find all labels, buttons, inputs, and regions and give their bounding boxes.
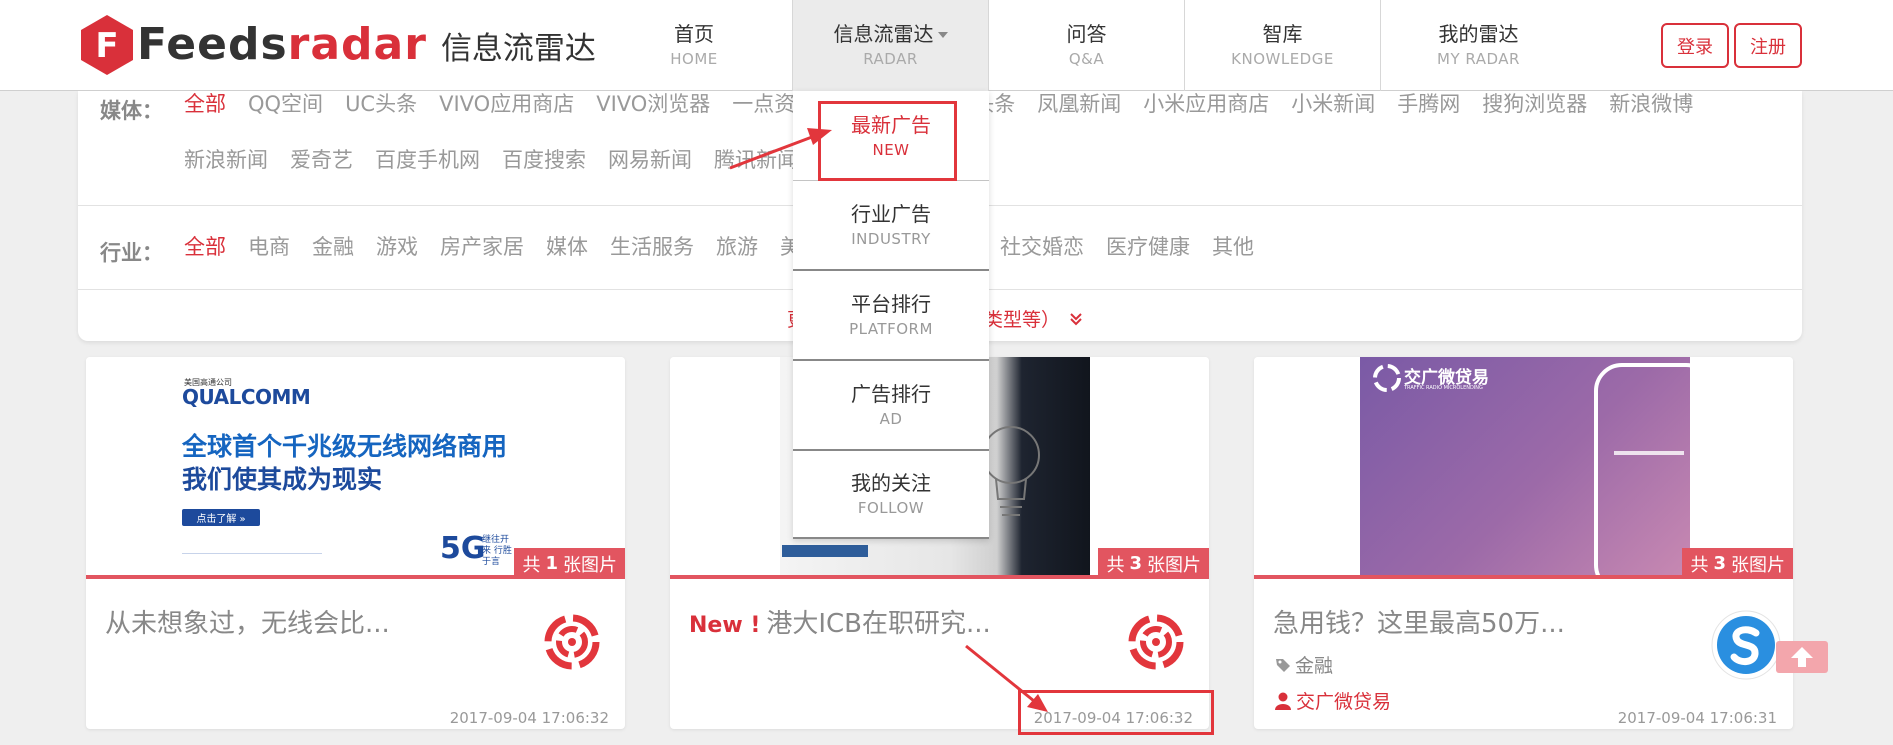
image-count-badge: 共 1 张图片 [514,548,625,579]
nav-radar-label: 信息流雷达 [834,21,948,47]
card-advertiser-label: 交广微贷易 [1296,691,1392,713]
nav-qa[interactable]: 问答 Q&A [988,0,1184,91]
ad-thumbnail[interactable]: 美国高通公司 QUALCOMM 全球首个千兆级无线网络商用 我们使其成为现实 点… [86,357,625,575]
card-title[interactable]: New ! 港大ICB在职研究... [689,603,991,640]
industry-filter-label: 行业： [100,241,163,265]
ad-thumbnail[interactable]: 交广微贷易 TRAFFIC RADIO MICROLENDING [1254,357,1793,575]
ad-phone-outline [1594,363,1714,575]
ad-card[interactable]: 美国高通公司 QUALCOMM 全球首个千兆级无线网络商用 我们使其成为现实 点… [86,357,625,729]
menu-item-platform[interactable]: 平台排行 PLATFORM [793,271,989,361]
nav-qa-sublabel: Q&A [1068,49,1105,68]
nav-home-sublabel: HOME [670,49,718,68]
svg-text:F: F [95,26,118,66]
ad-rule [182,553,322,554]
menu-item-label: 平台排行 [851,292,931,316]
menu-item-follow[interactable]: 我的关注 FOLLOW [793,451,989,539]
media-filter-label: 媒体： [100,99,163,123]
menu-item-sublabel: AD [879,410,903,428]
main-nav: 首页 HOME 信息流雷达 RADAR 问答 Q&A 智库 KNOWLEDGE … [596,0,1576,91]
login-button[interactable]: 登录 [1661,23,1729,68]
logo-mark-icon: F [81,15,133,75]
logo-wordmark: Feedsradar [137,19,427,70]
ad-photo-caption [782,545,868,557]
menu-item-label: 行业广告 [851,202,931,226]
media-option[interactable]: 爱奇艺 [290,133,353,188]
nav-radar[interactable]: 信息流雷达 RADAR [792,0,988,91]
image-count-badge: 共 3 张图片 [1098,548,1209,579]
ad-5g-slogan: 继往开来 行胜于言 [482,535,512,567]
nav-knowledge-sublabel: KNOWLEDGE [1231,49,1334,68]
card-title[interactable]: 从未想象过，无线会比... [105,603,390,640]
ad-phone-status [1614,451,1684,455]
menu-item-industry[interactable]: 行业广告 INDUSTRY [793,181,989,271]
menu-item-label: 广告排行 [851,382,931,406]
nav-radar-sublabel: RADAR [863,49,918,68]
media-option[interactable]: 腾讯新闻 [714,133,798,188]
industry-option[interactable]: 社交婚恋 [1000,220,1084,275]
industry-option[interactable]: 电商 [248,220,290,275]
logo-chinese-name: 信息流雷达 [440,30,596,67]
user-icon [1275,692,1291,710]
nav-home-label: 首页 [674,21,714,46]
menu-item-ad[interactable]: 广告排行 AD [793,361,989,451]
annotation-box-new [818,101,957,181]
media-option[interactable]: 新浪新闻 [184,133,268,188]
industry-option[interactable]: 媒体 [546,220,588,275]
nav-qa-label: 问答 [1066,21,1107,46]
nav-knowledge-label: 智库 [1262,21,1303,46]
caret-down-icon [937,32,948,38]
register-button[interactable]: 注册 [1734,23,1802,68]
nav-home[interactable]: 首页 HOME [596,0,792,91]
more-filters-label: 类型等） [984,309,1061,331]
ad-5g-mark: 5G [440,531,486,566]
ifeng-logo-icon [544,614,600,670]
menu-item-sublabel: INDUSTRY [851,230,931,248]
card-category-label: 金融 [1295,655,1334,677]
image-count-badge: 共 3 张图片 [1682,548,1793,579]
card-advertiser[interactable]: 交广微贷易 [1275,687,1391,714]
ad-brand: QUALCOMM [182,385,311,409]
industry-option[interactable]: 金融 [312,220,354,275]
menu-item-label: 我的关注 [851,471,931,495]
nav-my-radar-label: 我的雷达 [1438,21,1519,46]
top-header: F Feedsradar 信息流雷达 首页 HOME 信息流雷达 RADAR 问… [0,0,1893,91]
media-option[interactable]: 网易新闻 [608,133,692,188]
more-filters-toggle[interactable]: 类型等） [984,305,1084,332]
brand-swirl-icon [1373,364,1401,392]
annotation-box-timestamp [1018,690,1214,735]
nav-knowledge[interactable]: 智库 KNOWLEDGE [1184,0,1380,91]
industry-option[interactable]: 房产家居 [440,220,524,275]
media-option[interactable]: 百度手机网 [375,133,480,188]
menu-item-sublabel: PLATFORM [849,320,933,338]
nav-my-radar-sublabel: MY RADAR [1437,49,1520,68]
card-title[interactable]: 急用钱？这里最高50万... [1273,603,1565,640]
sogou-browser-icon [1711,610,1781,680]
tag-icon [1276,658,1290,672]
ad-card[interactable]: 交广微贷易 TRAFFIC RADIO MICROLENDING 共 3 张图片 急… [1254,357,1793,729]
new-tag: New ! [689,613,761,638]
industry-option[interactable]: 游戏 [376,220,418,275]
media-option[interactable]: 百度搜索 [502,133,586,188]
industry-option[interactable]: 全部 [184,220,226,275]
industry-option[interactable]: 旅游 [716,220,758,275]
ad-headline-1: 全球首个千兆级无线网络商用 [182,432,508,461]
double-chevron-down-icon [1070,312,1082,325]
ad-cta: 点击了解 » [182,509,260,526]
card-category[interactable]: 金融 [1275,651,1333,678]
ad-brand-en: TRAFFIC RADIO MICROLENDING [1404,385,1483,391]
card-timestamp: 2017-09-04 17:06:32 [449,709,609,727]
industry-option[interactable]: 生活服务 [610,220,694,275]
nav-my-radar[interactable]: 我的雷达 MY RADAR [1380,0,1576,91]
menu-item-sublabel: FOLLOW [857,499,925,517]
arrow-up-icon [1791,647,1813,667]
industry-option[interactable]: 医疗健康 [1106,220,1190,275]
back-to-top-button[interactable] [1776,641,1828,673]
card-timestamp: 2017-09-04 17:06:31 [1617,709,1777,727]
industry-option[interactable]: 其他 [1212,220,1254,275]
ifeng-logo-icon [1128,614,1184,670]
card-title-text: 港大ICB在职研究... [766,609,991,639]
site-logo[interactable]: F Feedsradar 信息流雷达 [79,12,596,78]
ad-headline-2: 我们使其成为现实 [182,465,383,494]
